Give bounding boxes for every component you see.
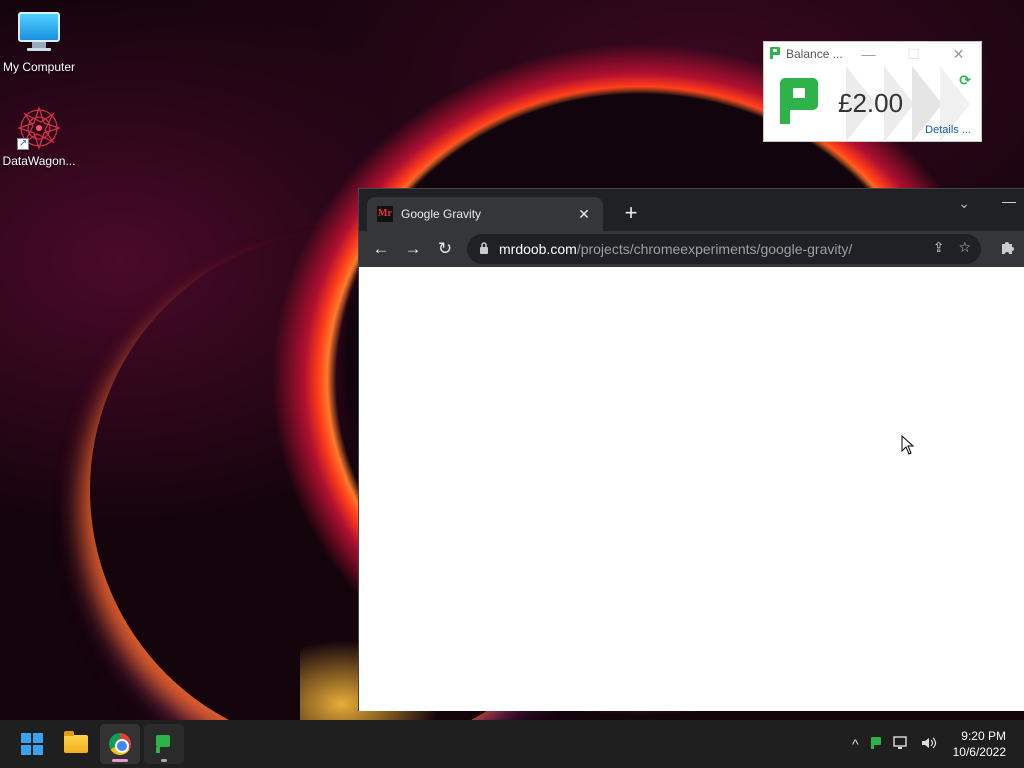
tab-title: Google Gravity — [401, 207, 482, 221]
taskbar-file-explorer[interactable] — [56, 724, 96, 764]
mandala-icon: ↗ — [17, 106, 61, 150]
balance-widget: Balance ... — ☐ ✕ £2.00 ⟳ Details ... — [763, 41, 982, 142]
address-bar[interactable]: mrdoob.com/projects/chromeexperiments/go… — [467, 234, 981, 264]
shortcut-arrow-icon: ↗ — [17, 138, 29, 150]
desktop-icon-my-computer[interactable]: My Computer — [0, 10, 78, 74]
system-tray: ^ 9:20 PM 10/6/2022 — [846, 720, 1024, 768]
url-host: mrdoob.com — [499, 241, 577, 257]
clock-date: 10/6/2022 — [952, 745, 1006, 759]
tab-google-gravity[interactable]: Mr Google Gravity ✕ — [367, 197, 603, 231]
clock-time: 9:20 PM — [961, 729, 1006, 743]
taskbar-balance-app[interactable] — [144, 724, 184, 764]
refresh-icon[interactable]: ⟳ — [959, 72, 971, 89]
balance-minimize-button[interactable]: — — [846, 46, 891, 62]
windows-logo-icon — [21, 733, 43, 755]
balance-details-link[interactable]: Details ... — [925, 124, 971, 136]
chrome-icon — [109, 733, 131, 755]
folder-icon — [64, 731, 88, 753]
forward-button[interactable]: → — [397, 239, 429, 259]
page-content[interactable] — [359, 267, 1024, 711]
tray-overflow-chevron-icon[interactable]: ^ — [852, 736, 859, 752]
balance-amount: £2.00 — [838, 88, 904, 118]
start-button[interactable] — [12, 724, 52, 764]
network-icon[interactable] — [892, 735, 909, 753]
window-minimize-button[interactable]: — — [1002, 193, 1016, 209]
bookmark-star-icon[interactable]: ☆ — [958, 239, 971, 256]
tab-strip: Mr Google Gravity ✕ + ⌄ — — [359, 189, 1024, 231]
taskbar-chrome[interactable] — [100, 724, 140, 764]
desktop-icon-label: DataWagon... — [2, 154, 76, 168]
balance-app-icon — [156, 735, 172, 753]
back-button[interactable]: ← — [365, 239, 397, 259]
monitor-icon — [17, 12, 61, 56]
mouse-cursor-icon — [901, 435, 915, 455]
tab-close-button[interactable]: ✕ — [575, 206, 593, 223]
browser-window: Mr Google Gravity ✕ + ⌄ — ← → ↻ mrdoob.c… — [358, 188, 1024, 711]
balance-maximize-button[interactable]: ☐ — [891, 46, 936, 63]
balance-app-icon — [770, 46, 780, 62]
clock[interactable]: 9:20 PM 10/6/2022 — [953, 728, 1006, 760]
balance-title: Balance ... — [786, 47, 843, 61]
balance-logo-icon — [780, 78, 818, 131]
volume-icon[interactable] — [921, 736, 937, 753]
running-indicator — [161, 759, 167, 762]
tab-search-button[interactable]: ⌄ — [958, 195, 970, 212]
taskbar: ^ 9:20 PM 10/6/2022 — [0, 720, 1024, 768]
url-path: /projects/chromeexperiments/google-gravi… — [576, 241, 853, 257]
browser-toolbar: ← → ↻ mrdoob.com/projects/chromeexperime… — [359, 231, 1024, 267]
extensions-puzzle-icon[interactable] — [1000, 239, 1016, 259]
share-icon[interactable]: ⇪ — [933, 239, 945, 256]
balance-body: £2.00 ⟳ Details ... — [764, 66, 981, 142]
desktop: My Computer ↗ DataWagon... Balance ... —… — [0, 0, 1024, 720]
desktop-icon-label: My Computer — [2, 60, 76, 74]
new-tab-button[interactable]: + — [619, 201, 643, 225]
lock-icon — [479, 241, 489, 257]
mrdoob-favicon-icon: Mr — [377, 206, 393, 222]
balance-close-button[interactable]: ✕ — [936, 46, 981, 63]
running-indicator — [112, 759, 128, 762]
reload-button[interactable]: ↻ — [429, 239, 461, 259]
desktop-icon-datawagon[interactable]: ↗ DataWagon... — [0, 106, 78, 168]
balance-titlebar: Balance ... — ☐ ✕ — [764, 42, 981, 66]
tray-balance-icon[interactable] — [870, 736, 881, 752]
